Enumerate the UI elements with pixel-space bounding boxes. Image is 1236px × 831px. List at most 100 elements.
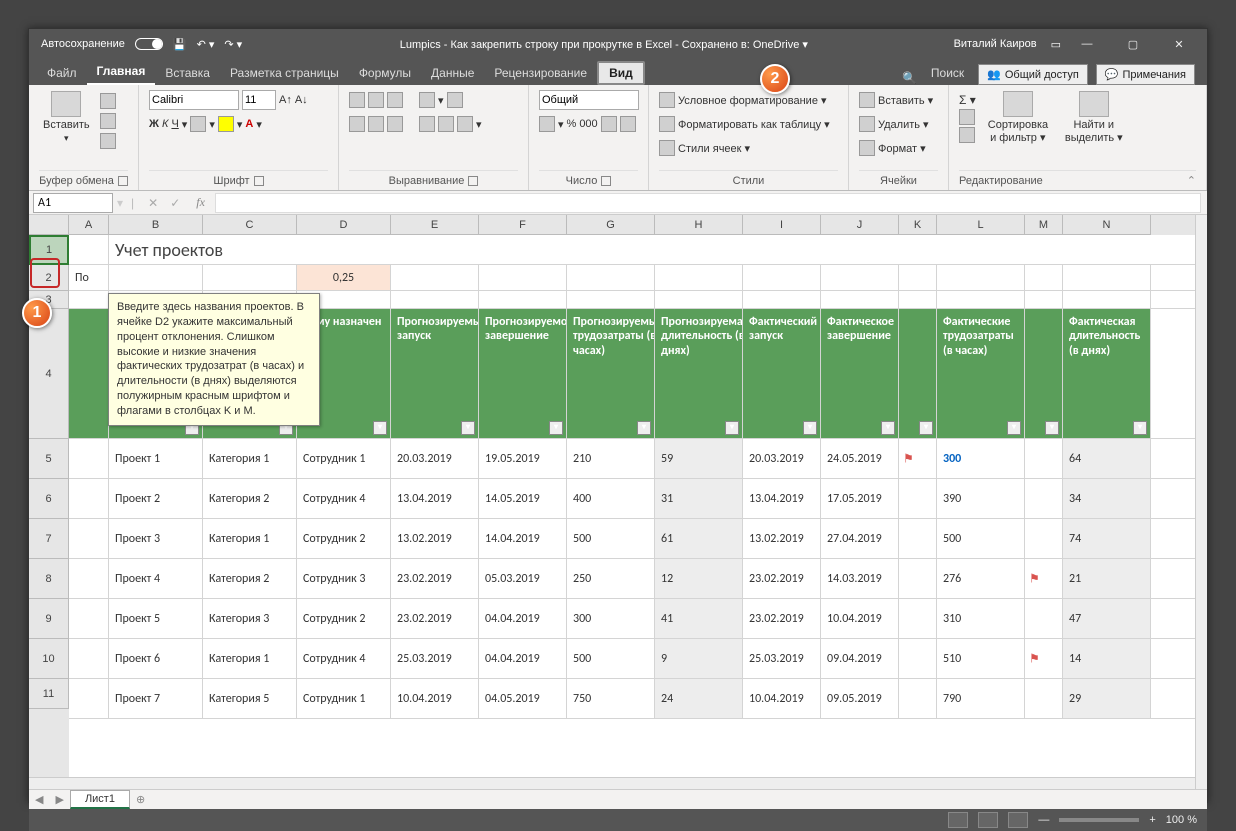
cell[interactable] — [69, 519, 109, 558]
delete-cells-button[interactable]: Удалить ▾ — [859, 113, 938, 135]
format-table-button[interactable]: Форматировать как таблицу ▾ — [659, 113, 838, 135]
cell[interactable]: 31 — [655, 479, 743, 518]
cell[interactable]: Сотрудник 2 — [297, 599, 391, 638]
cell[interactable]: 210 — [567, 439, 655, 478]
cell[interactable]: 9 — [655, 639, 743, 678]
cell[interactable]: Сотрудник 2 — [297, 519, 391, 558]
filter-button[interactable]: ▾ — [803, 421, 817, 435]
cell[interactable]: 14.04.2019 — [479, 519, 567, 558]
cell[interactable] — [1025, 479, 1063, 518]
cell[interactable]: Фактическое завершение▾ — [821, 309, 899, 438]
sort-filter-button[interactable]: Сортировка и фильтр ▾ — [984, 89, 1052, 170]
cell[interactable]: Прогнозируемое завершение▾ — [479, 309, 567, 438]
comma-icon[interactable]: 000 — [579, 118, 597, 130]
clear-icon[interactable] — [959, 127, 975, 143]
cell[interactable]: 19.05.2019 — [479, 439, 567, 478]
align-right-icon[interactable] — [387, 116, 403, 132]
cell[interactable]: Сотрудник 1 — [297, 679, 391, 718]
comments-button[interactable]: 💬 Примечания — [1096, 64, 1195, 85]
tab-view[interactable]: Вид — [597, 61, 645, 85]
filter-button[interactable]: ▾ — [1045, 421, 1059, 435]
cell[interactable]: 05.03.2019 — [479, 559, 567, 598]
cell[interactable] — [899, 265, 937, 290]
cell[interactable]: Категория 1 — [203, 439, 297, 478]
col-header-D[interactable]: D — [297, 215, 391, 235]
cell[interactable]: ⚑ — [1025, 559, 1063, 598]
cell[interactable]: 250 — [567, 559, 655, 598]
cell[interactable] — [567, 265, 655, 290]
zoom-in-icon[interactable]: + — [1149, 814, 1155, 826]
cell[interactable]: Проект 5 — [109, 599, 203, 638]
dec-decimal-icon[interactable] — [620, 116, 636, 132]
autosave-toggle[interactable] — [135, 38, 163, 50]
cell[interactable]: 17.05.2019 — [821, 479, 899, 518]
underline-button[interactable]: Ч — [171, 118, 178, 130]
cell[interactable] — [899, 639, 937, 678]
cell[interactable]: 510 — [937, 639, 1025, 678]
cell[interactable]: 20.03.2019 — [391, 439, 479, 478]
cell[interactable]: 14.05.2019 — [479, 479, 567, 518]
cell[interactable]: 27.04.2019 — [821, 519, 899, 558]
cell[interactable] — [1025, 519, 1063, 558]
filter-button[interactable]: ▾ — [373, 421, 387, 435]
cell[interactable] — [69, 235, 109, 264]
cell[interactable]: Сотрудник 3 — [297, 559, 391, 598]
col-header-G[interactable]: G — [567, 215, 655, 235]
cell[interactable] — [69, 479, 109, 518]
sheet-nav-prev-icon[interactable]: ◀ — [29, 793, 49, 806]
currency-icon[interactable] — [539, 116, 555, 132]
cell[interactable] — [69, 679, 109, 718]
row-header-4[interactable]: 4 — [29, 309, 69, 439]
orientation-icon[interactable] — [419, 92, 435, 108]
cell[interactable] — [69, 559, 109, 598]
cell[interactable]: 276 — [937, 559, 1025, 598]
grow-font-icon[interactable]: A↑ — [279, 94, 292, 106]
vertical-scrollbar[interactable] — [1195, 215, 1207, 789]
cell[interactable]: 04.04.2019 — [479, 599, 567, 638]
cell[interactable]: 0,25 — [297, 265, 391, 290]
fx-icon[interactable]: fx — [186, 195, 215, 210]
cell[interactable]: Прогнозируемые трудозатраты (в часах)▾ — [567, 309, 655, 438]
cell[interactable] — [1025, 291, 1063, 308]
tab-review[interactable]: Рецензирование — [484, 61, 597, 85]
cell[interactable]: Проект 3 — [109, 519, 203, 558]
cell[interactable]: 300 — [567, 599, 655, 638]
view-pagebreak-icon[interactable] — [1008, 812, 1028, 828]
close-button[interactable]: ✕ — [1159, 29, 1199, 59]
cell[interactable] — [899, 559, 937, 598]
indent-inc-icon[interactable] — [438, 116, 454, 132]
cell[interactable]: 24 — [655, 679, 743, 718]
cell[interactable] — [69, 309, 109, 438]
collapse-ribbon-icon[interactable]: ⌃ — [1187, 174, 1196, 187]
share-button[interactable]: 👥 Общий доступ — [978, 64, 1088, 85]
align-center-icon[interactable] — [368, 116, 384, 132]
cell[interactable]: 25.03.2019 — [743, 639, 821, 678]
cell[interactable] — [203, 265, 297, 290]
col-header-L[interactable]: L — [937, 215, 1025, 235]
row-header-5[interactable]: 5 — [29, 439, 69, 479]
shrink-font-icon[interactable]: A↓ — [295, 94, 308, 106]
cond-format-button[interactable]: Условное форматирование ▾ — [659, 89, 838, 111]
cut-icon[interactable] — [100, 93, 116, 109]
cell[interactable]: 64 — [1063, 439, 1151, 478]
cell[interactable]: Проект 1 — [109, 439, 203, 478]
align-left-icon[interactable] — [349, 116, 365, 132]
cell[interactable]: 13.04.2019 — [743, 479, 821, 518]
row-header-11[interactable]: 11 — [29, 679, 69, 709]
align-launcher-icon[interactable] — [468, 176, 478, 186]
cell[interactable] — [655, 291, 743, 308]
formatpainter-icon[interactable] — [100, 133, 116, 149]
copy-icon[interactable] — [100, 113, 116, 129]
col-header-C[interactable]: C — [203, 215, 297, 235]
tab-pagelayout[interactable]: Разметка страницы — [220, 61, 349, 85]
zoom-out-icon[interactable]: — — [1038, 814, 1049, 826]
cell[interactable] — [69, 599, 109, 638]
col-header-M[interactable]: M — [1025, 215, 1063, 235]
cell[interactable]: Сотрудник 1 — [297, 439, 391, 478]
align-top-icon[interactable] — [349, 92, 365, 108]
cell[interactable]: ▾ — [1025, 309, 1063, 438]
cell[interactable] — [899, 479, 937, 518]
row-header-9[interactable]: 9 — [29, 599, 69, 639]
filter-button[interactable]: ▾ — [549, 421, 563, 435]
row-header-8[interactable]: 8 — [29, 559, 69, 599]
